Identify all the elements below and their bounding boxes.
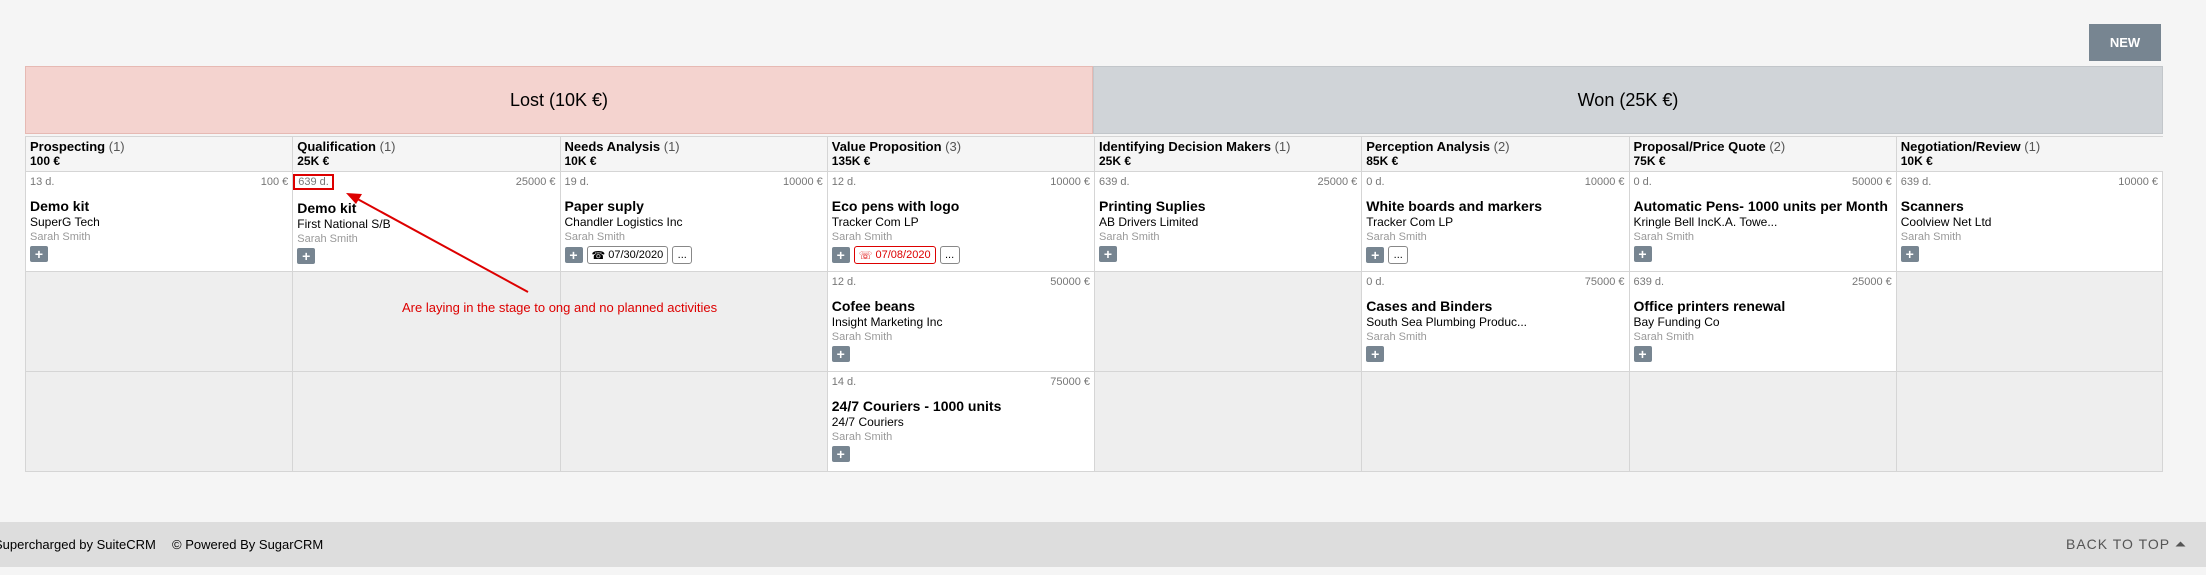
footer: Supercharged by SuiteCRM © Powered By Su…	[0, 522, 2206, 567]
annotation-text: Are laying in the stage to ong and no pl…	[402, 300, 718, 315]
back-to-top-link[interactable]: BACK TO TOP ⏶	[2066, 536, 2187, 553]
supercharged-link[interactable]: Supercharged by SuiteCRM	[0, 537, 156, 552]
bottom-strip	[0, 567, 2206, 575]
annotation-arrow	[346, 193, 529, 293]
powered-by-link[interactable]: © Powered By SugarCRM	[172, 537, 323, 552]
